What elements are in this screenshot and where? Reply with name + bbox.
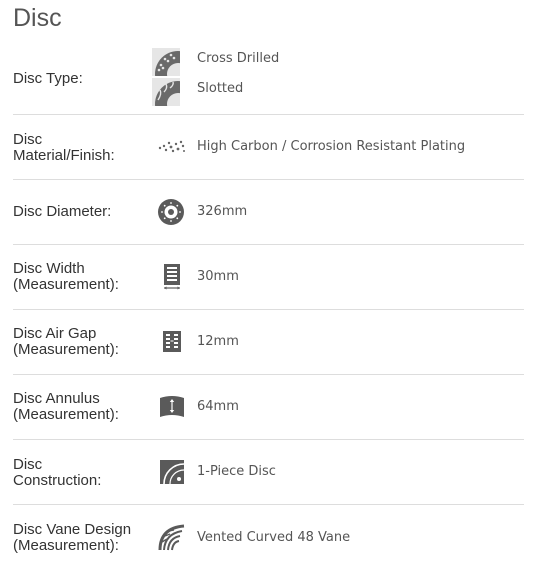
spec-value-air-gap: 12mm [197,334,239,349]
spec-label-line: Disc [13,131,43,148]
spec-label-annulus: Disc Annulus (Measurement): [13,391,119,423]
spec-row-vane-design: Disc Vane Design (Measurement): Vented C… [13,505,524,569]
spec-label-line: (Measurement): [13,537,119,554]
spec-row-width: Disc Width (Measurement): 30mm [13,245,524,310]
spec-label-line: (Measurement): [13,406,119,423]
curved-vane-icon [158,524,186,552]
spec-label-line: Disc Vane Design [13,521,132,538]
spec-row-annulus: Disc Annulus (Measurement): 64mm [13,375,524,440]
spec-label-line: Disc Diameter: [13,203,112,220]
annulus-icon [158,393,186,421]
spec-label-diameter: Disc Diameter: [13,204,111,220]
spec-value-material-finish: High Carbon / Corrosion Resistant Platin… [197,139,466,154]
spec-value-construction: 1-Piece Disc [197,464,276,479]
disc-width-icon [158,262,186,290]
spec-label-line: Disc [13,456,43,473]
spec-label-line: Material/Finish: [13,147,115,164]
cross-drilled-disc-icon [152,48,180,76]
spec-label-construction: Disc Construction: [13,457,101,489]
spec-value-width: 30mm [197,269,239,284]
spec-label-line: Disc Annulus [13,390,100,407]
air-gap-icon [158,328,186,356]
spec-label-line: Disc Width [13,260,85,277]
spec-label-line: (Measurement): [13,341,119,358]
spec-label-material-finish: Disc Material/Finish: [13,132,115,164]
spec-row-material-finish: Disc Material/Finish: High Carbon / Corr… [13,115,524,180]
spec-label-line: Construction: [13,472,102,489]
diameter-disc-icon [157,198,185,226]
spec-value-annulus: 64mm [197,399,239,414]
spec-row-disc-type: Disc Type: Cross Drilled Slotted [13,44,524,115]
spec-label-line: Disc Air Gap [13,325,97,342]
spec-label-line: Disc Type: [13,70,83,87]
spec-label-line: (Measurement): [13,276,119,293]
spec-value-diameter: 326mm [197,204,248,219]
spec-label-vane-design: Disc Vane Design (Measurement): [13,522,131,554]
construction-icon [158,458,186,486]
material-particles-icon [158,134,186,162]
spec-value-vane-design: Vented Curved 48 Vane [197,530,351,545]
spec-row-construction: Disc Construction: 1-Piece Disc [13,440,524,505]
spec-label-disc-type: Disc Type: [13,71,83,87]
spec-row-diameter: Disc Diameter: 326mm [13,180,524,245]
spec-value-cross-drilled: Cross Drilled [197,51,280,66]
spec-value-slotted: Slotted [197,81,244,96]
spec-label-air-gap: Disc Air Gap (Measurement): [13,326,119,358]
spec-label-width: Disc Width (Measurement): [13,261,119,293]
spec-row-air-gap: Disc Air Gap (Measurement): 12mm [13,310,524,375]
page-title: Disc [13,4,62,32]
slotted-disc-icon [152,78,180,106]
